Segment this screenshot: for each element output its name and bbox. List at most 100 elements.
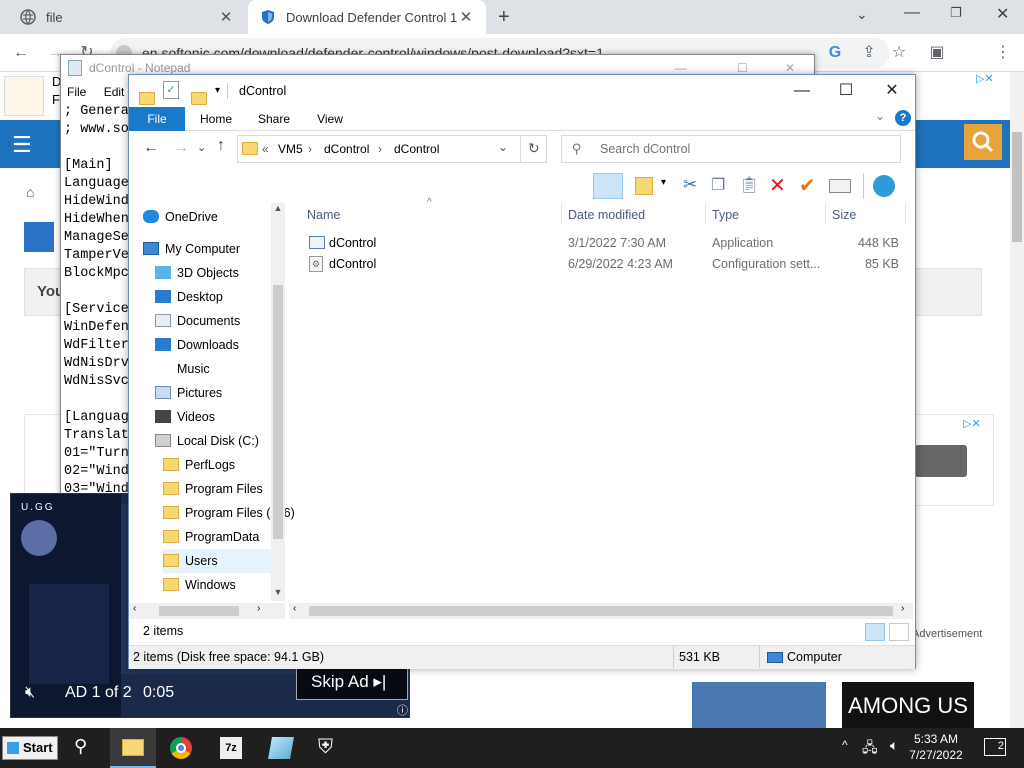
back-icon[interactable]: ←	[10, 42, 32, 64]
scrollbar-thumb[interactable]	[273, 285, 283, 539]
cut-icon[interactable]: ✂	[683, 175, 697, 195]
explorer-titlebar[interactable]: ✓ ▾ dControl — ☐ ✕	[129, 75, 915, 107]
tab-view[interactable]: View	[305, 107, 355, 131]
scroll-left-icon[interactable]: ‹	[293, 603, 296, 614]
google-lens-icon[interactable]: G	[824, 42, 846, 64]
scroll-right-icon[interactable]: ›	[901, 603, 904, 614]
nav-item-program-files-x86[interactable]: Program Files (x86)	[163, 501, 295, 525]
forward-icon[interactable]: →	[173, 139, 189, 157]
volume-icon[interactable]: 🔈︎	[890, 737, 898, 754]
home-breadcrumb-icon[interactable]: ⌂	[26, 184, 34, 200]
breadcrumb-dcontrol-2[interactable]: dControl	[394, 142, 439, 156]
nav-item-3d-objects[interactable]: 3D Objects	[155, 261, 271, 285]
menu-file[interactable]: File	[67, 85, 86, 99]
scroll-left-icon[interactable]: ‹	[133, 603, 136, 614]
tab-search-icon[interactable]: ⌄	[856, 6, 868, 23]
clock[interactable]: 5:33 AM 7/27/2022	[904, 731, 968, 763]
close-icon[interactable]: ✕	[869, 75, 915, 107]
page-scrollbar-track[interactable]	[1010, 72, 1024, 728]
ad-thumbnail[interactable]	[4, 76, 44, 116]
column-type[interactable]: Type	[712, 205, 739, 225]
overflow-chevron-icon[interactable]: «	[262, 142, 269, 156]
scroll-down-icon[interactable]: ▼	[271, 587, 285, 597]
nav-item-videos[interactable]: Videos	[155, 405, 271, 429]
network-icon[interactable]: 🖧︎	[862, 737, 878, 761]
file-row[interactable]: ⚙ dControl 6/29/2022 4:23 AM Configurati…	[299, 254, 909, 274]
defender-shield-icon[interactable]: ⛨	[318, 736, 333, 759]
share-icon[interactable]: ⇪	[858, 42, 880, 64]
preview-pane-icon[interactable]	[593, 173, 623, 199]
close-icon[interactable]: ✕	[996, 4, 1009, 24]
back-icon[interactable]: ←	[143, 139, 159, 157]
column-size[interactable]: Size	[832, 205, 856, 225]
nav-item-pictures[interactable]: Pictures	[155, 381, 271, 405]
nav-item-programdata[interactable]: ProgramData	[163, 525, 271, 549]
search-input[interactable]	[598, 139, 888, 159]
new-folder-icon[interactable]	[635, 177, 653, 195]
chrome-icon[interactable]	[170, 737, 192, 759]
nav-item-perflogs[interactable]: PerfLogs	[163, 453, 271, 477]
delete-icon[interactable]: ✕	[769, 173, 786, 198]
notepad-taskbar-icon[interactable]	[268, 737, 294, 759]
nav-vscrollbar[interactable]: ▲ ▼	[271, 203, 285, 601]
search-box[interactable]: ⚲	[561, 135, 901, 163]
refresh-icon[interactable]: ↻	[528, 140, 540, 157]
menu-edit[interactable]: Edit	[104, 85, 125, 99]
hamburger-menu-icon[interactable]: ☰	[12, 132, 32, 158]
ad-cta-button[interactable]	[915, 445, 967, 477]
qat-dropdown-icon[interactable]: ▾	[215, 75, 220, 107]
menu-kebab-icon[interactable]: ⋮	[992, 42, 1014, 64]
bookmark-star-icon[interactable]: ☆	[888, 42, 910, 64]
adchoices-icon[interactable]: ▷✕	[963, 417, 981, 430]
scrollbar-thumb[interactable]	[1012, 132, 1022, 242]
column-name[interactable]: Name	[307, 205, 340, 225]
start-button[interactable]: Start	[2, 736, 58, 760]
browser-tab-file[interactable]: file ✕	[8, 0, 246, 34]
breadcrumb-dcontrol-1[interactable]: dControl	[324, 142, 369, 156]
properties-icon[interactable]: ✓	[163, 81, 179, 99]
tab-share[interactable]: Share	[249, 107, 299, 131]
maximize-icon[interactable]: ☐	[823, 75, 869, 107]
chevron-right-icon[interactable]: ›	[308, 142, 312, 156]
breadcrumb-vm5[interactable]: VM5	[278, 142, 303, 156]
address-dropdown-icon[interactable]: ⌄	[498, 140, 508, 154]
help-icon[interactable]: ?	[895, 110, 911, 126]
close-tab-icon[interactable]: ✕	[218, 8, 234, 26]
nav-item-my-computer[interactable]: My Computer	[143, 237, 271, 261]
column-date-modified[interactable]: Date modified	[568, 205, 645, 225]
up-icon[interactable]: ↑	[217, 137, 225, 155]
nav-item-windows[interactable]: Windows	[163, 573, 271, 597]
scrollbar-thumb[interactable]	[159, 606, 239, 616]
side-panel-icon[interactable]: ▣	[926, 42, 948, 64]
skip-ad-button[interactable]: Skip Ad ▸|	[296, 664, 408, 700]
properties-dialog-icon[interactable]	[829, 179, 851, 193]
large-icons-view-icon[interactable]	[889, 623, 909, 641]
chevron-right-icon[interactable]: ›	[378, 142, 382, 156]
minimize-icon[interactable]: —	[904, 4, 920, 22]
nav-hscrollbar[interactable]: ‹ ›	[129, 603, 285, 619]
nav-item-program-files[interactable]: Program Files	[163, 477, 271, 501]
scrollbar-thumb[interactable]	[309, 606, 893, 616]
rename-check-icon[interactable]: ✔	[799, 173, 816, 198]
close-tab-icon[interactable]: ✕	[458, 8, 474, 26]
dropdown-icon[interactable]: ▾	[661, 177, 666, 188]
nav-item-local-disk-c[interactable]: Local Disk (C:)	[155, 429, 271, 453]
address-breadcrumb[interactable]: « VM5 › dControl › dControl ⌄ ↻	[237, 135, 547, 163]
globe-icon[interactable]	[873, 175, 895, 197]
nav-item-music[interactable]: Music	[155, 357, 271, 381]
nav-item-documents[interactable]: Documents	[155, 309, 271, 333]
taskbar-file-explorer[interactable]	[110, 728, 156, 768]
adchoices-icon[interactable]: ▷✕	[976, 72, 994, 85]
notepad-text-area[interactable]: ; Genera ; www.so [Main] Language HideWind Hi…	[64, 103, 129, 535]
browser-tab-defender[interactable]: Download Defender Control 1.9 ✕	[248, 0, 486, 34]
site-search-button[interactable]	[964, 124, 1002, 160]
paste-icon[interactable]: 📋︎	[739, 175, 759, 195]
7zip-icon[interactable]: 7z	[220, 737, 242, 759]
nav-item-desktop[interactable]: Desktop	[155, 285, 271, 309]
among-us-thumbnail[interactable]: AMONG US	[842, 682, 974, 730]
details-view-icon[interactable]	[865, 623, 885, 641]
copy-icon[interactable]: ❐	[711, 175, 725, 195]
mute-icon[interactable]: 🔇︎	[25, 684, 35, 702]
notification-center-icon[interactable]: 2	[984, 738, 1006, 756]
nav-item-onedrive[interactable]: OneDrive	[143, 205, 271, 229]
